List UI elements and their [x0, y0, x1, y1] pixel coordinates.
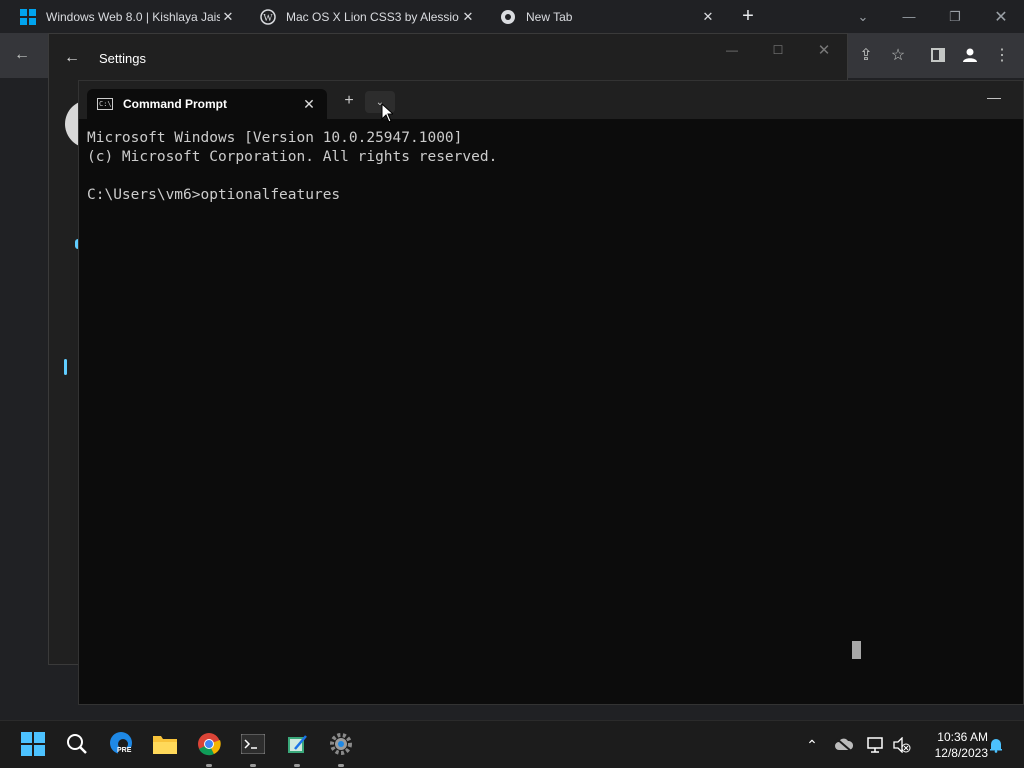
edge-icon[interactable]: PRE [108, 731, 134, 757]
minimize-icon[interactable]: — [886, 0, 932, 33]
browser-tab-mac-os[interactable]: W Mac OS X Lion CSS3 by Alessio A ✕ [252, 0, 484, 33]
share-icon[interactable]: ⇪ [854, 43, 878, 67]
windows-logo-icon [20, 8, 36, 25]
text-cursor [852, 641, 861, 659]
wordpress-icon: W [260, 8, 276, 25]
close-icon[interactable]: ✕ [801, 34, 847, 66]
file-explorer-icon[interactable] [152, 731, 178, 757]
nav-selection-indicator [64, 359, 67, 375]
edge-pre-badge: PRE [117, 747, 132, 754]
chevron-up-icon[interactable]: ⌃ [802, 735, 822, 755]
running-indicator [338, 764, 344, 767]
side-panel-icon[interactable] [926, 43, 950, 67]
tab-search-chevron-icon[interactable]: ⌄ [840, 0, 886, 33]
close-window-icon[interactable]: ✕ [978, 0, 1024, 33]
browser-tab-new-tab[interactable]: New Tab ✕ [492, 0, 724, 33]
terminal-window[interactable]: C:\ Command Prompt ✕ + ⌄ — Microsoft Win… [78, 80, 1024, 705]
browser-tab-windows-web[interactable]: Windows Web 8.0 | Kishlaya Jaisw ✕ [12, 0, 244, 33]
svg-text:W: W [263, 13, 273, 24]
back-arrow-icon[interactable]: ← [49, 49, 95, 67]
more-menu-icon[interactable]: ⋮ [990, 43, 1014, 67]
close-icon[interactable]: ✕ [460, 9, 476, 25]
notepad-icon[interactable] [284, 731, 310, 767]
back-arrow-icon[interactable]: ← [10, 43, 34, 67]
minimize-icon[interactable]: — [709, 34, 755, 66]
new-tab-button[interactable]: + [341, 93, 357, 109]
chrome-icon [500, 9, 516, 25]
running-indicator [206, 764, 212, 767]
onedrive-offline-icon[interactable] [834, 735, 854, 755]
terminal-line: Microsoft Windows [Version 10.0.25947.10… [87, 130, 463, 146]
terminal-tab-bar: C:\ Command Prompt ✕ + ⌄ — [79, 81, 1023, 119]
close-icon[interactable]: ✕ [700, 9, 716, 25]
tab-command-prompt[interactable]: C:\ Command Prompt ✕ [87, 89, 327, 119]
terminal-output[interactable]: Microsoft Windows [Version 10.0.25947.10… [79, 119, 1023, 215]
search-icon[interactable] [64, 731, 90, 757]
restore-icon[interactable]: ❐ [932, 0, 978, 33]
terminal-line: C:\Users\vm6>optionalfeatures [87, 187, 341, 203]
settings-title: Settings [99, 50, 146, 66]
start-icon[interactable] [20, 731, 46, 757]
clock-time: 10:36 AM [937, 730, 988, 744]
close-icon[interactable]: ✕ [220, 9, 236, 25]
new-tab-button[interactable]: + [738, 6, 758, 26]
chrome-icon[interactable] [196, 731, 222, 767]
browser-tab-title: New Tab [526, 9, 573, 24]
volume-muted-icon[interactable] [892, 735, 912, 755]
terminal-line: (c) Microsoft Corporation. All rights re… [87, 149, 498, 165]
clock[interactable]: 10:36 AM 12/8/2023 [918, 729, 988, 761]
minimize-icon[interactable]: — [987, 89, 1001, 105]
browser-tab-title: Windows Web 8.0 | Kishlaya Jaisw [46, 9, 220, 24]
bookmark-star-icon[interactable]: ☆ [886, 43, 910, 67]
clock-date: 12/8/2023 [934, 746, 988, 760]
browser-tab-strip: Windows Web 8.0 | Kishlaya Jaisw ✕ W Mac… [0, 0, 1024, 33]
tab-label: Command Prompt [123, 97, 228, 111]
command-prompt-icon: C:\ [97, 98, 113, 110]
terminal-icon[interactable] [240, 731, 266, 767]
network-icon[interactable] [866, 735, 886, 755]
taskbar: PRE ⌃ 10:36 AM 12/8/2023 [0, 720, 1024, 768]
close-icon[interactable]: ✕ [301, 96, 317, 113]
mouse-pointer-icon [381, 103, 393, 123]
settings-gear-icon[interactable] [328, 731, 354, 767]
running-indicator [250, 764, 256, 767]
browser-tab-title: Mac OS X Lion CSS3 by Alessio A [286, 9, 460, 24]
running-indicator [294, 764, 300, 767]
maximize-icon[interactable]: ☐ [755, 34, 801, 66]
notification-bell-icon[interactable] [986, 735, 1006, 755]
profile-icon[interactable] [958, 43, 982, 67]
